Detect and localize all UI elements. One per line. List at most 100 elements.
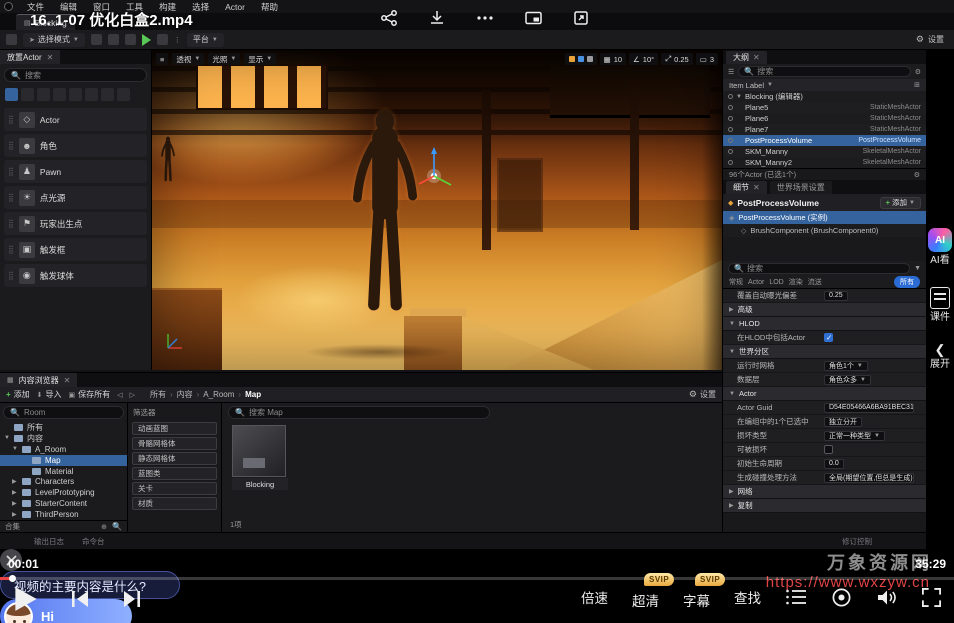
close-icon[interactable]: ✕ — [47, 53, 54, 62]
add-asset-button[interactable]: + 添加 — [6, 389, 30, 400]
tree-item-startercontent[interactable]: ▶ StarterContent — [0, 498, 127, 509]
place-item-player-start[interactable]: ⣿ ⚑ 玩家出生点 — [4, 212, 147, 235]
detail-dropdown[interactable]: 正常一种类型▼ — [824, 431, 885, 441]
place-item-character[interactable]: ⣿ ☻ 角色 — [4, 134, 147, 157]
import-button[interactable]: ⬇ 导入 — [37, 389, 62, 400]
chevron-down-icon[interactable]: ▼ — [736, 94, 742, 100]
breadcrumb-a-room[interactable]: A_Room — [203, 390, 234, 399]
filter-funnel-icon[interactable]: ▼ — [914, 265, 921, 272]
filter-tab-rendering[interactable]: 渲染 — [789, 277, 803, 287]
courseware-button[interactable]: 课件 — [929, 287, 951, 324]
breadcrumb-content[interactable]: 内容 — [177, 389, 193, 400]
visibility-eye-icon[interactable] — [728, 105, 733, 110]
pip-icon[interactable] — [522, 7, 544, 29]
tree-item-a-room[interactable]: ▼ A_Room — [0, 444, 127, 455]
filter-tab-lod[interactable]: LOD — [769, 279, 783, 286]
category-visual-icon[interactable] — [85, 88, 98, 101]
download-icon[interactable] — [426, 7, 448, 29]
filter-material[interactable]: 材质 — [132, 497, 217, 510]
tab-outliner[interactable]: 大纲 ✕ — [726, 51, 767, 64]
place-item-pawn[interactable]: ⣿ ♟ Pawn — [4, 160, 147, 183]
tab-details[interactable]: 细节 ✕ — [726, 181, 767, 194]
outliner-row-plane7[interactable]: Plane7 StaticMeshActor — [723, 124, 926, 135]
next-episode-button[interactable] — [122, 590, 142, 608]
3d-viewport[interactable]: ≡ 透视 ▼ 光照 ▼ 显示 ▼ — [152, 50, 722, 370]
chevron-right-icon[interactable]: ▶ — [12, 500, 18, 507]
mannequin-character[interactable] — [348, 108, 422, 313]
place-item-actor[interactable]: ⣿ ◇ Actor — [4, 108, 147, 131]
visibility-eye-icon[interactable] — [728, 138, 733, 143]
filter-tab-actor[interactable]: Actor — [748, 279, 764, 286]
seek-bar[interactable] — [0, 577, 954, 580]
checkbox-checked[interactable] — [824, 333, 833, 342]
step-icon[interactable] — [157, 34, 168, 45]
visibility-eye-icon[interactable] — [728, 127, 733, 132]
tree-item-levelprototyping[interactable]: ▶ LevelPrototyping — [0, 487, 127, 498]
move-tool-icon[interactable] — [578, 56, 584, 62]
component-row-brush[interactable]: ◇ BrushComponent (BrushComponent0) — [723, 224, 926, 237]
visibility-eye-icon[interactable] — [728, 160, 733, 165]
tab-place-actors[interactable]: 放置Actor ✕ — [0, 50, 60, 64]
detail-section-networking[interactable]: ▶ 网络 — [723, 485, 926, 499]
filter-anim-blueprint[interactable]: 动画蓝图 — [132, 422, 217, 435]
place-item-trigger-box[interactable]: ⣿ ▣ 触发框 — [4, 238, 147, 261]
tree-item-map[interactable]: Map — [0, 455, 127, 466]
output-log-button[interactable]: 输出日志 — [34, 536, 64, 547]
detail-value-input[interactable]: 0.0 — [824, 459, 844, 469]
viewport-options-menu[interactable]: ≡ — [156, 53, 168, 65]
detail-section-replication[interactable]: ▶ 复制 — [723, 499, 926, 513]
outliner-row-blocking[interactable]: ▼ Blocking (编辑器) — [723, 91, 926, 102]
more-options-icon[interactable] — [474, 7, 496, 29]
back-icon[interactable]: ◁ — [117, 391, 122, 399]
outliner-row-plane6[interactable]: Plane6 StaticMeshActor — [723, 113, 926, 124]
place-item-trigger-sphere[interactable]: ⣿ ◉ 触发球体 — [4, 264, 147, 287]
add-component-button[interactable]: + 添加 ▼ — [880, 197, 921, 209]
revision-control-button[interactable]: 修订控制 — [842, 536, 892, 547]
outliner-row-skm-manny2[interactable]: SKM_Manny2 SkeletalMeshActor — [723, 157, 926, 168]
tree-item-all[interactable]: 所有 — [0, 422, 127, 433]
chevron-down-icon[interactable]: ▼ — [12, 446, 18, 452]
transform-gizmo[interactable] — [414, 142, 462, 194]
viewport-show-dropdown[interactable]: 显示 ▼ — [244, 53, 276, 65]
outliner-search-input[interactable]: 🔍 搜索 — [738, 66, 910, 77]
column-options-icon[interactable]: ⊞ — [914, 81, 920, 89]
tab-content-browser[interactable]: ▦ 内容浏览器 ✕ — [0, 373, 77, 387]
place-item-point-light[interactable]: ⣿ ☀ 点光源 — [4, 186, 147, 209]
outliner-row-postprocessvolume[interactable]: PostProcessVolume PostProcessVolume — [723, 135, 926, 146]
add-content-icon[interactable] — [91, 34, 102, 45]
filter-static-mesh[interactable]: 静态网格体 — [132, 452, 217, 465]
outliner-settings-icon[interactable]: ⚙ — [914, 171, 920, 179]
find-button[interactable]: 查找 — [734, 587, 761, 607]
add-collection-icon[interactable]: ⊕ — [101, 523, 107, 531]
detail-section-hlod[interactable]: ▼ HLOD — [723, 317, 926, 331]
viewport-perspective-dropdown[interactable]: 透视 ▼ — [172, 53, 204, 65]
command-console-button[interactable]: 命令台 — [82, 536, 105, 547]
fullscreen-icon[interactable] — [921, 587, 942, 608]
asset-card-blocking[interactable]: Blocking — [232, 425, 288, 490]
filter-blueprint-class[interactable]: 蓝图类 — [132, 467, 217, 480]
category-basic-icon[interactable] — [21, 88, 34, 101]
visibility-eye-icon[interactable] — [728, 94, 733, 99]
outliner-filter-icon[interactable]: ☰ — [728, 68, 734, 76]
detail-dropdown[interactable]: 角色1个▼ — [824, 361, 868, 371]
collections-row[interactable]: 合集 ⊕ 🔍 — [0, 520, 127, 532]
tree-item-thirdperson[interactable]: ▶ ThirdPerson — [0, 509, 127, 520]
detail-dropdown[interactable]: 全局(期望位置,但总是生成)▼ — [824, 473, 914, 483]
gizmo-mode-icons[interactable] — [565, 53, 597, 65]
forward-icon[interactable]: ▷ — [130, 391, 135, 399]
chevron-right-icon[interactable]: ▶ — [12, 511, 18, 518]
breadcrumb-all[interactable]: 所有 — [150, 389, 166, 400]
outliner-row-plane5[interactable]: Plane5 StaticMeshActor — [723, 102, 926, 113]
category-shapes-icon[interactable] — [53, 88, 66, 101]
more-options-icon[interactable]: ⋮ — [174, 36, 181, 44]
tree-item-material[interactable]: Material — [0, 466, 127, 477]
subtitle-button[interactable]: SVIP 字幕 — [683, 584, 710, 610]
platform-dropdown[interactable]: 平台 ▼ — [187, 33, 224, 47]
select-tool-icon[interactable] — [569, 56, 575, 62]
cinematics-icon[interactable] — [125, 34, 136, 45]
category-all-icon[interactable] — [117, 88, 130, 101]
previous-episode-button[interactable] — [70, 590, 90, 608]
details-search-input[interactable]: 🔍 搜索 — [728, 263, 910, 274]
scale-snap-control[interactable]: ⤢ 0.25 — [661, 53, 693, 65]
component-row-root[interactable]: ◈ PostProcessVolume (实例) — [723, 211, 926, 224]
